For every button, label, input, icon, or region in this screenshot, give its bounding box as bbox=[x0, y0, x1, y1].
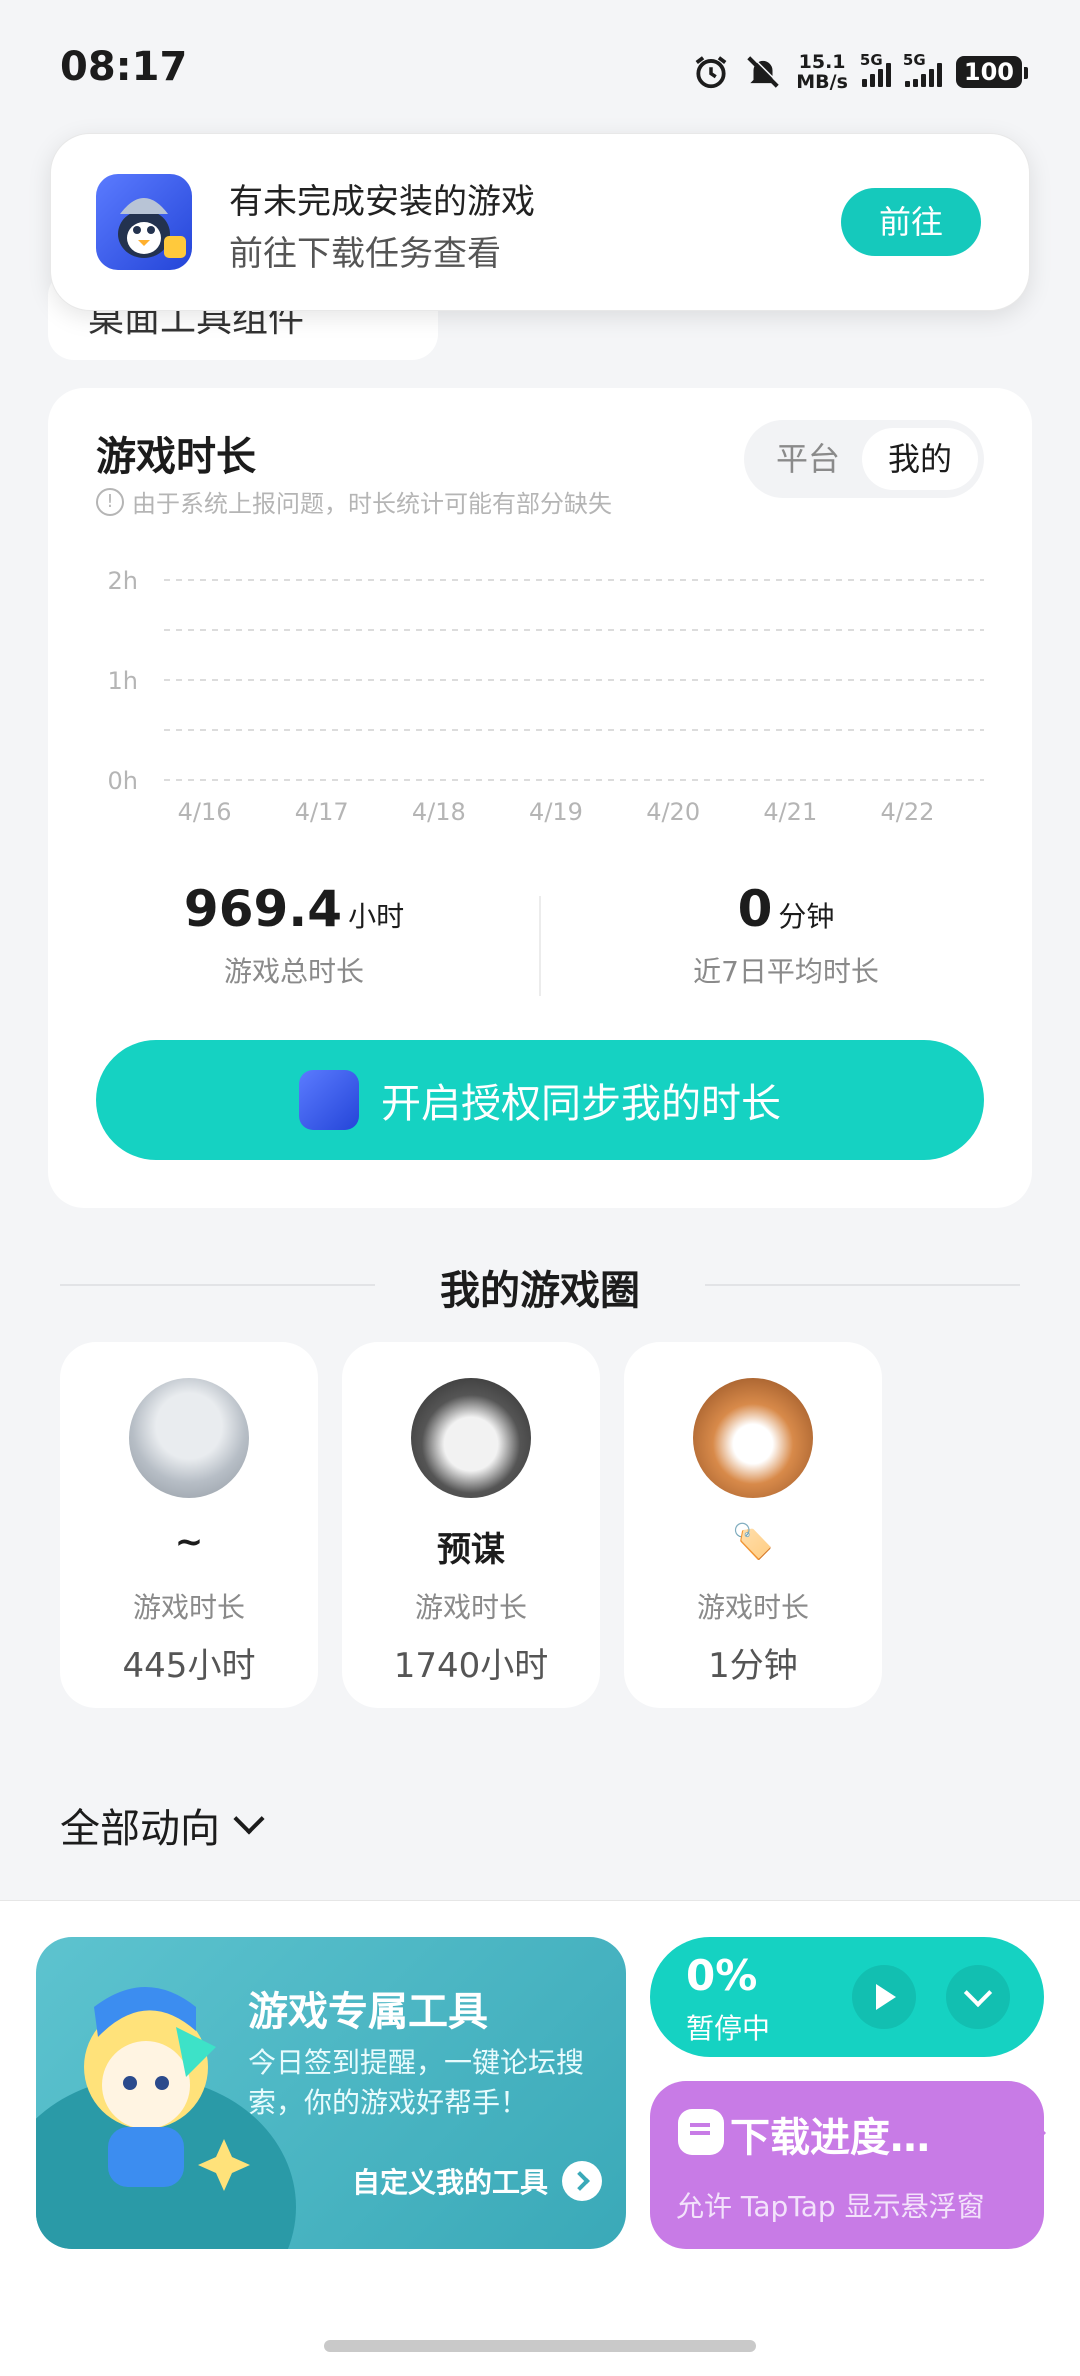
x-tick-label: 4/21 bbox=[763, 798, 817, 826]
tools-description: 今日签到提醒，一键论坛搜索，你的游戏好帮手！ bbox=[248, 2046, 585, 2119]
total-playtime-value: 969.4 bbox=[183, 880, 343, 938]
chevron-right-icon bbox=[562, 2161, 602, 2201]
game-app-icon-small bbox=[299, 1070, 359, 1130]
floating-window-description: 允许 TapTap 显示悬浮窗 bbox=[676, 2190, 985, 2223]
friend-playtime-value: 1740小时 bbox=[393, 1646, 549, 1686]
y-tick-label: 1h bbox=[108, 667, 138, 695]
x-tick-label: 4/19 bbox=[529, 798, 583, 826]
friend-card[interactable]: 🏷️ 游戏时长 1分钟 bbox=[624, 1342, 882, 1708]
bottom-tools-panel: 游戏专属工具 今日签到提醒，一键论坛搜索，你的游戏好帮手！ 自定义我的工具 0%… bbox=[0, 1900, 1080, 2376]
x-tick-label: 4/18 bbox=[412, 798, 466, 826]
y-tick-label: 2h bbox=[108, 567, 138, 595]
download-progress-title: 下载进度… bbox=[730, 2115, 930, 2161]
avg-playtime-label: 近7日平均时长 bbox=[693, 955, 879, 988]
customize-tools-label: 自定义我的工具 bbox=[351, 2166, 548, 2199]
chevron-down-icon bbox=[233, 1803, 265, 1835]
divider-line-right bbox=[705, 1284, 1020, 1286]
friend-name: 🏷️ bbox=[731, 1522, 775, 1562]
avatar bbox=[693, 1378, 813, 1498]
avatar bbox=[129, 1378, 249, 1498]
sim2-label: 5G bbox=[902, 51, 926, 69]
play-icon[interactable] bbox=[852, 1965, 916, 2029]
playtime-note-text: 由于系统上报问题，时长统计可能有部分缺失 bbox=[132, 490, 612, 518]
status-time: 08:17 bbox=[60, 44, 188, 90]
alarm-icon bbox=[695, 56, 727, 89]
activity-filter-dropdown[interactable]: 全部动向 bbox=[60, 1796, 265, 1854]
avg-playtime-value: 0 bbox=[737, 880, 773, 938]
enable-sync-button[interactable]: 开启授权同步我的时长 bbox=[96, 1040, 984, 1160]
game-circle-header: 我的游戏圈 bbox=[60, 1258, 1020, 1318]
x-tick-label: 4/16 bbox=[178, 798, 232, 826]
playtime-card: 游戏时长 ! 由于系统上报问题，时长统计可能有部分缺失 平台 我的 0h 1h 2h… bbox=[48, 388, 1032, 1208]
customize-tools-link[interactable]: 自定义我的工具 bbox=[352, 2161, 602, 2201]
tools-title: 游戏专属工具 bbox=[248, 1989, 488, 2035]
avg-playtime-unit: 分钟 bbox=[778, 900, 835, 933]
friend-card[interactable]: 预谋 游戏时长 1740小时 bbox=[342, 1342, 600, 1708]
scope-toggle: 平台 我的 bbox=[744, 420, 984, 498]
friend-playtime-label: 游戏时长 bbox=[696, 1591, 809, 1624]
download-percent: 0% bbox=[686, 1951, 758, 2000]
game-circle-title: 我的游戏圈 bbox=[440, 1268, 640, 1314]
friend-playtime-value: 1分钟 bbox=[708, 1646, 798, 1686]
friend-playtime-value: 445小时 bbox=[122, 1646, 256, 1686]
toggle-mine[interactable]: 我的 bbox=[862, 428, 978, 490]
playtime-note: ! 由于系统上报问题，时长统计可能有部分缺失 bbox=[96, 484, 612, 519]
notification-subtitle: 前往下载任务查看 bbox=[229, 234, 501, 274]
friend-name: ~ bbox=[174, 1522, 204, 1562]
signal-icon-sim2: 5G bbox=[903, 51, 942, 87]
chat-bubble-icon bbox=[678, 2109, 724, 2155]
activity-filter-label: 全部动向 bbox=[60, 1806, 220, 1852]
friend-playtime-label: 游戏时长 bbox=[414, 1591, 527, 1624]
go-button[interactable]: 前往 bbox=[841, 188, 981, 256]
chevron-down-icon[interactable] bbox=[946, 1965, 1010, 2029]
avg-playtime-stat: 0 分钟 近7日平均时长 bbox=[540, 880, 1032, 990]
net-speed: 15.1 MB/s bbox=[796, 52, 848, 92]
download-progress-pill[interactable]: 0% 暂停中 bbox=[650, 1937, 1044, 2057]
friend-playtime-label: 游戏时长 bbox=[132, 1591, 245, 1624]
avatar bbox=[411, 1378, 531, 1498]
y-tick-label: 0h bbox=[108, 767, 138, 795]
friend-name: 预谋 bbox=[437, 1530, 505, 1570]
x-tick-label: 4/20 bbox=[646, 798, 700, 826]
bell-muted-icon bbox=[747, 54, 781, 88]
game-tools-card[interactable]: 游戏专属工具 今日签到提醒，一键论坛搜索，你的游戏好帮手！ 自定义我的工具 bbox=[36, 1937, 626, 2249]
sim1-label: 5G bbox=[859, 51, 883, 69]
signal-icon-sim1: 5G bbox=[860, 51, 891, 87]
enable-sync-label: 开启授权同步我的时长 bbox=[381, 1081, 781, 1127]
download-state: 暂停中 bbox=[686, 2012, 771, 2045]
home-indicator[interactable] bbox=[324, 2340, 756, 2352]
notification-title: 有未完成安装的游戏 bbox=[229, 182, 535, 222]
x-tick-label: 4/17 bbox=[295, 798, 349, 826]
total-playtime-stat: 969.4 小时 游戏总时长 bbox=[48, 880, 540, 990]
total-playtime-unit: 小时 bbox=[348, 900, 405, 933]
net-speed-value: 15.1 bbox=[798, 51, 846, 73]
mascot-illustration bbox=[84, 1987, 250, 2191]
status-icons: 15.1 MB/s 5G 5G 100 bbox=[692, 50, 1029, 94]
playtime-title: 游戏时长 bbox=[96, 434, 256, 480]
playtime-chart: 0h 1h 2h 4/16 4/17 4/18 4/19 4/20 4/21 4/22 bbox=[108, 567, 984, 826]
game-app-icon bbox=[96, 174, 192, 270]
battery-icon: 100 bbox=[955, 56, 1029, 88]
install-notification[interactable]: 有未完成安装的游戏 前往下载任务查看 前往 bbox=[50, 133, 1030, 311]
total-playtime-label: 游戏总时长 bbox=[223, 955, 364, 988]
floating-window-permission-card[interactable]: 下载进度… 允许 TapTap 显示悬浮窗 bbox=[650, 2081, 1044, 2249]
net-speed-unit: MB/s bbox=[796, 71, 848, 93]
x-tick-label: 4/22 bbox=[880, 798, 934, 826]
toggle-platform[interactable]: 平台 bbox=[750, 428, 866, 490]
info-icon: ! bbox=[96, 487, 124, 516]
friend-card[interactable]: ~ 游戏时长 445小时 bbox=[60, 1342, 318, 1708]
